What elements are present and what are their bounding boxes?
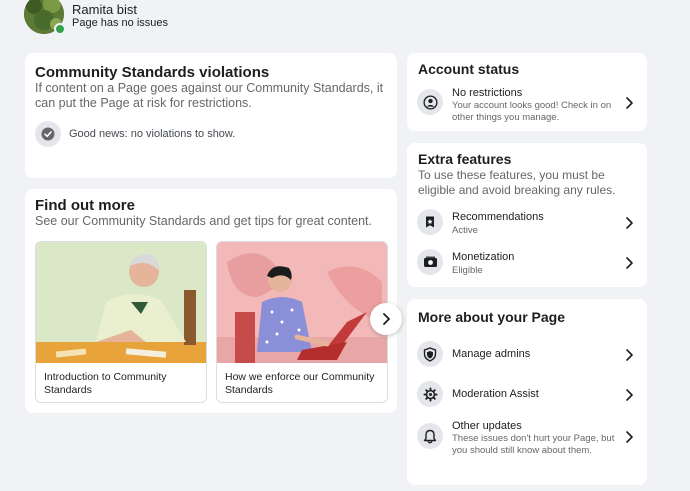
gear-icon	[417, 381, 443, 407]
recommendation-badge-icon	[417, 209, 443, 235]
article-card-intro[interactable]: Introduction to Community Standards	[35, 241, 207, 403]
article-illustration-elderly-man	[36, 242, 206, 363]
more-about-item-sub: These issues don't hurt your Page, but y…	[452, 433, 615, 456]
article-caption: Introduction to Community Standards	[44, 371, 167, 396]
more-about-title: More about your Page	[418, 309, 566, 325]
chevron-right-icon	[626, 217, 633, 229]
violations-description: If content on a Page goes against our Co…	[35, 81, 384, 110]
carousel-next-button[interactable]	[370, 303, 402, 335]
account-status-card: Account status No restrictions Your acco…	[407, 53, 647, 131]
account-status-row[interactable]: No restrictions Your account looks good!…	[407, 83, 647, 127]
chevron-right-icon	[626, 389, 633, 401]
shield-icon	[417, 341, 443, 367]
extra-feature-title: Recommendations	[452, 211, 544, 223]
article-illustration-woman-laptop	[217, 242, 387, 363]
extra-feature-recommendations[interactable]: Recommendations Active	[407, 205, 647, 241]
more-about-other-updates[interactable]: Other updates These issues don't hurt yo…	[407, 419, 647, 463]
online-indicator	[54, 23, 66, 35]
page-status: Page has no issues	[72, 17, 169, 29]
extra-feature-title: Monetization	[452, 251, 515, 263]
account-status-item-title: No restrictions	[452, 87, 523, 99]
extra-features-card: Extra features To use these features, yo…	[407, 143, 647, 287]
check-icon	[35, 121, 61, 147]
user-circle-icon	[417, 89, 443, 115]
chevron-right-icon	[626, 349, 633, 361]
find-out-more-card: Find out more See our Community Standard…	[25, 189, 402, 413]
more-about-item-title: Moderation Assist	[452, 388, 539, 400]
account-status-item-sub: Your account looks good! Check in on oth…	[452, 100, 612, 123]
chevron-right-icon	[383, 313, 390, 325]
more-about-manage-admins[interactable]: Manage admins	[407, 339, 647, 371]
chevron-right-icon	[626, 431, 633, 443]
article-caption: How we enforce our Community Standards	[225, 371, 375, 396]
extra-feature-status: Active	[452, 225, 478, 236]
extra-features-description: To use these features, you must be eligi…	[418, 168, 616, 197]
money-icon	[417, 249, 443, 275]
chevron-right-icon	[626, 257, 633, 269]
find-out-more-title: Find out more	[35, 197, 135, 214]
violations-card: Community Standards violations If conten…	[25, 53, 397, 178]
more-about-moderation-assist[interactable]: Moderation Assist	[407, 379, 647, 411]
account-status-title: Account status	[418, 61, 520, 77]
article-card-enforce[interactable]: How we enforce our Community Standards	[216, 241, 388, 403]
more-about-item-title: Other updates	[452, 420, 522, 432]
violations-title: Community Standards violations	[35, 64, 270, 81]
violations-status: Good news: no violations to show.	[69, 128, 236, 140]
page-name[interactable]: Ramita bist	[72, 2, 137, 17]
more-about-card: More about your Page Manage admins Moder…	[407, 299, 647, 485]
find-out-more-description: See our Community Standards and get tips…	[35, 214, 372, 228]
extra-feature-status: Eligible	[452, 265, 483, 276]
chevron-right-icon	[626, 97, 633, 109]
more-about-item-title: Manage admins	[452, 348, 531, 360]
extra-features-title: Extra features	[418, 151, 512, 167]
extra-feature-monetization[interactable]: Monetization Eligible	[407, 245, 647, 281]
bell-icon	[417, 423, 443, 449]
page-header: Ramita bist Page has no issues	[24, 0, 324, 35]
